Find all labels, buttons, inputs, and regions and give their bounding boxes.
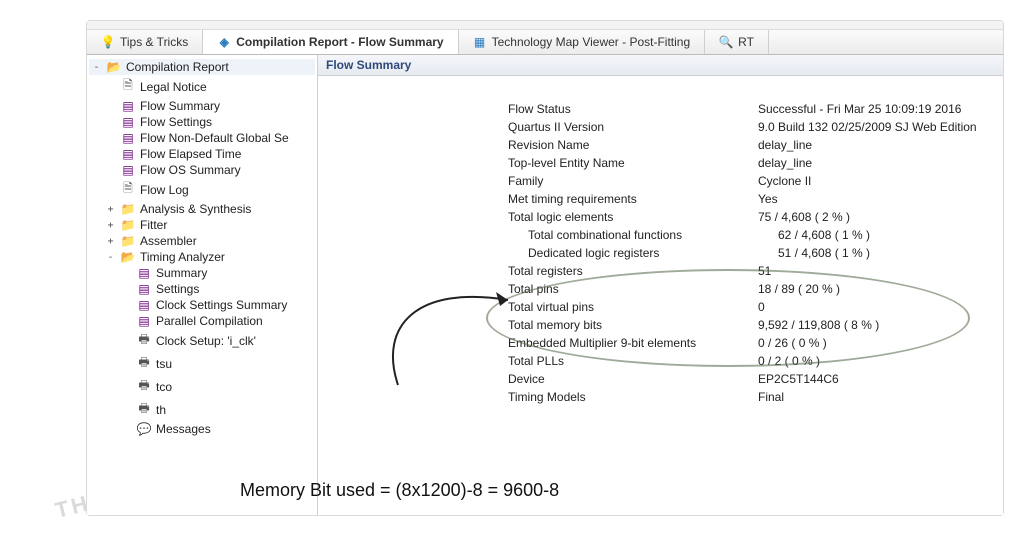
folder-icon: 📁 [120,234,136,248]
report-tree[interactable]: - 📂 Compilation Report 🗎 Legal Notice ▤ Fl… [87,55,318,515]
table-icon: ▤ [120,131,136,145]
tree-item-legal[interactable]: Legal Notice [140,80,207,94]
report-icon: ◈ [217,35,231,49]
window: 💡 Tips & Tricks ◈ Compilation Report - F… [86,20,1004,516]
table-icon: ▤ [136,314,152,328]
tree-item-analysis[interactable]: Analysis & Synthesis [140,202,251,216]
panel-title: Flow Summary [318,55,1003,76]
folder-icon: 📁 [120,202,136,216]
tree-item-t-clksetup[interactable]: Clock Setup: 'i_clk' [156,334,256,348]
tree-item-t-parcomp[interactable]: Parallel Compilation [156,314,263,328]
tab-compilation-report[interactable]: ◈ Compilation Report - Flow Summary [203,30,458,54]
tree-item-t-tsu[interactable]: tsu [156,357,172,371]
content-panel: Flow Summary Flow StatusSuccessful - Fri… [318,55,1003,515]
tree-item-flow-log[interactable]: Flow Log [140,183,189,197]
tree-item-assembler[interactable]: Assembler [140,234,197,248]
folder-open-icon: 📂 [120,250,136,264]
annotation-memory-label: Memory Bit used = (8x1200)-8 = 9600-8 [240,480,559,501]
tab-label: Technology Map Viewer - Post-Fitting [492,35,691,49]
tree-item-t-tco[interactable]: tco [156,380,172,394]
tree-item-flow-ndg[interactable]: Flow Non-Default Global Se [140,131,289,145]
table-icon: ▤ [120,147,136,161]
search-icon: 🔍 [719,35,733,49]
tab-tech-map-viewer[interactable]: ▦ Technology Map Viewer - Post-Fitting [459,30,706,54]
tab-label: Tips & Tricks [120,35,188,49]
tree-item-t-th[interactable]: th [156,403,166,417]
tree-item-flow-settings[interactable]: Flow Settings [140,115,212,129]
tree-item-t-msgs[interactable]: Messages [156,422,211,436]
tree-toggle[interactable]: + [105,236,116,247]
tree-item-flow-os[interactable]: Flow OS Summary [140,163,241,177]
tree-toggle[interactable]: - [105,252,116,263]
folder-open-icon: 📂 [106,60,122,74]
tree-item-t-settings[interactable]: Settings [156,282,199,296]
lightbulb-icon: 💡 [101,35,115,49]
tree-toggle[interactable]: - [91,62,102,73]
tree-item-root[interactable]: Compilation Report [126,60,229,74]
tab-rt[interactable]: 🔍 RT [705,30,769,54]
tab-tips[interactable]: 💡 Tips & Tricks [87,30,203,54]
tree-toggle[interactable]: + [105,220,116,231]
table-icon: ▤ [120,115,136,129]
tree-item-t-clockset[interactable]: Clock Settings Summary [156,298,287,312]
chip-icon: ▦ [473,35,487,49]
printer-icon: 🖶 [136,330,152,351]
tree-item-t-summary[interactable]: Summary [156,266,207,280]
table-icon: ▤ [136,282,152,296]
row-key: Flow Status [508,102,758,116]
tree-item-fitter[interactable]: Fitter [140,218,167,232]
tab-label: Compilation Report - Flow Summary [236,35,443,49]
page-icon: 🗎 [120,179,136,200]
row-val: Successful - Fri Mar 25 10:09:19 2016 [758,102,961,116]
tree-item-timing[interactable]: Timing Analyzer [140,250,225,264]
toolbar-strip [87,21,1003,30]
messages-icon: 💬 [136,422,152,436]
tab-label: RT [738,35,754,49]
flow-summary-table: Flow StatusSuccessful - Fri Mar 25 10:09… [318,76,1003,515]
printer-icon: 🖶 [136,353,152,374]
page-icon: 🗎 [120,76,136,97]
table-icon: ▤ [136,266,152,280]
folder-icon: 📁 [120,218,136,232]
table-icon: ▤ [120,99,136,113]
tab-bar: 💡 Tips & Tricks ◈ Compilation Report - F… [87,30,1003,55]
table-icon: ▤ [120,163,136,177]
tree-item-flow-summary[interactable]: Flow Summary [140,99,220,113]
tree-item-flow-elapsed[interactable]: Flow Elapsed Time [140,147,241,161]
printer-icon: 🖶 [136,399,152,420]
printer-icon: 🖶 [136,376,152,397]
tree-toggle[interactable]: + [105,204,116,215]
table-icon: ▤ [136,298,152,312]
